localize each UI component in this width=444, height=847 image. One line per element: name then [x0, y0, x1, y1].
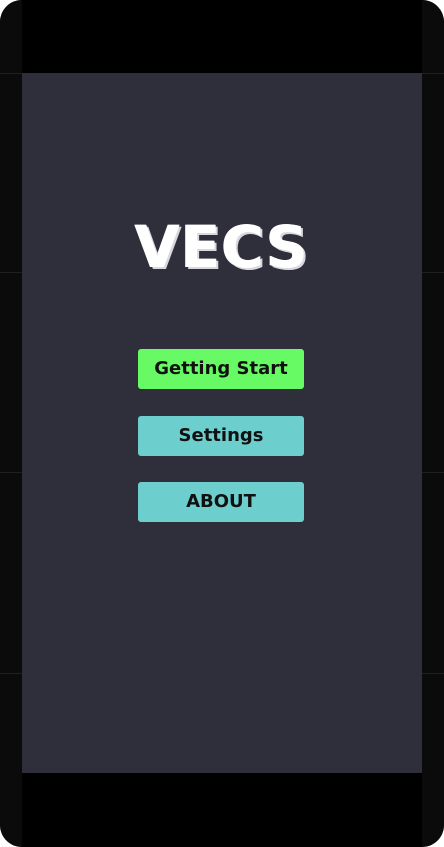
about-button[interactable]: ABOUT [138, 482, 304, 522]
left-bezel [0, 0, 22, 847]
right-bezel [422, 0, 444, 847]
divider-line [0, 673, 22, 674]
divider-line [0, 472, 22, 473]
divider-line [422, 272, 444, 273]
getting-start-button[interactable]: Getting Start [138, 349, 304, 389]
settings-button[interactable]: Settings [138, 416, 304, 456]
divider-line [422, 673, 444, 674]
game-screen: VECS Getting Start Settings ABOUT [22, 73, 422, 773]
divider-line [422, 472, 444, 473]
divider-line [0, 272, 22, 273]
device-frame: VECS Getting Start Settings ABOUT [0, 0, 444, 847]
game-title-logo: VECS [135, 213, 309, 281]
